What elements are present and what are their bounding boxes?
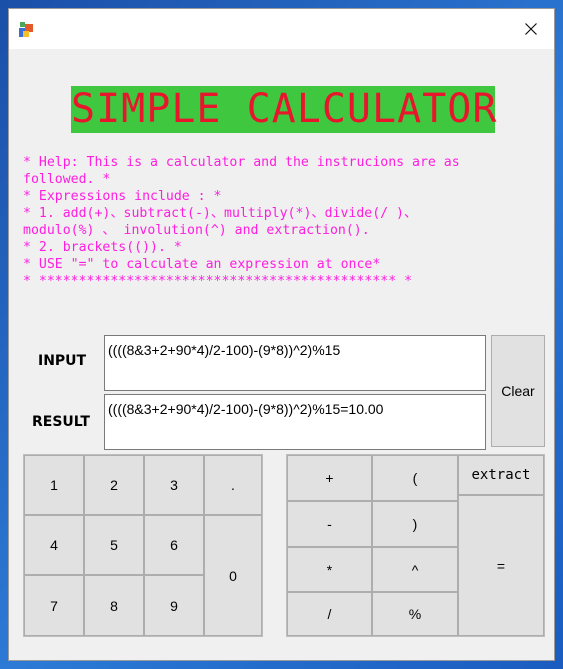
key-3[interactable]: 3	[144, 455, 204, 515]
key-multiply[interactable]: *	[287, 547, 372, 592]
key-4[interactable]: 4	[24, 515, 84, 575]
key-decimal-point[interactable]: .	[204, 455, 262, 515]
close-icon	[525, 23, 537, 35]
result-label: RESULT	[32, 414, 90, 430]
key-1[interactable]: 1	[24, 455, 84, 515]
key-power[interactable]: ^	[372, 547, 458, 592]
calculator-title: SIMPLE CALCULATOR	[71, 86, 498, 133]
key-6[interactable]: 6	[144, 515, 204, 575]
key-7[interactable]: 7	[24, 575, 84, 636]
key-right-paren[interactable]: )	[372, 501, 458, 547]
key-divide[interactable]: /	[287, 592, 372, 636]
title-bar	[9, 9, 554, 49]
key-equals[interactable]: =	[458, 495, 544, 636]
key-8[interactable]: 8	[84, 575, 144, 636]
clear-button[interactable]: Clear	[491, 335, 545, 447]
key-2[interactable]: 2	[84, 455, 144, 515]
input-field[interactable]: ((((8&3+2+90*4)/2-100)-(9*8))^2)%15	[104, 335, 486, 391]
key-left-paren[interactable]: (	[372, 455, 458, 501]
result-field[interactable]: ((((8&3+2+90*4)/2-100)-(9*8))^2)%15=10.0…	[104, 394, 486, 450]
extract-button[interactable]: extract	[458, 455, 544, 495]
key-modulo[interactable]: %	[372, 592, 458, 636]
key-5[interactable]: 5	[84, 515, 144, 575]
key-plus[interactable]: +	[287, 455, 372, 501]
input-label: INPUT	[38, 353, 87, 369]
close-button[interactable]	[508, 9, 554, 49]
calculator-window: SIMPLE CALCULATOR * Help: This is a calc…	[8, 8, 555, 661]
help-text: * Help: This is a calculator and the ins…	[23, 155, 460, 289]
key-minus[interactable]: -	[287, 501, 372, 547]
key-0[interactable]: 0	[204, 515, 262, 636]
key-9[interactable]: 9	[144, 575, 204, 636]
app-icon	[19, 22, 33, 37]
